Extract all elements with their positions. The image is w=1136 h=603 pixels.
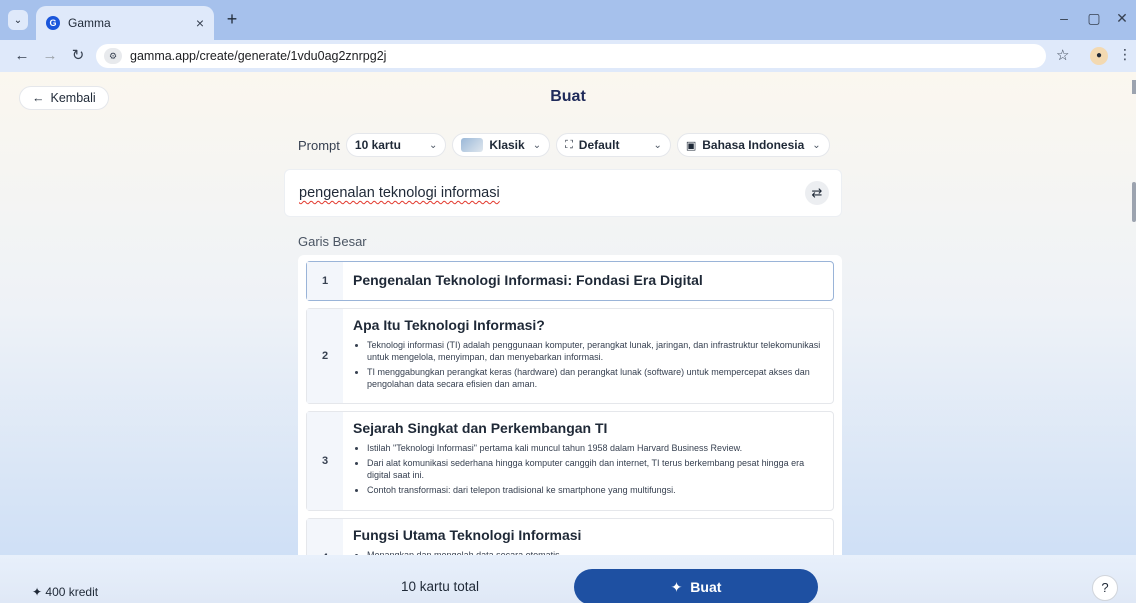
prompt-text: pengenalan teknologi informasi (299, 185, 500, 201)
card-number: 2 (307, 309, 343, 403)
generation-controls: Prompt 10 kartu ⌄ Klasik ⌄ ⛶ Default ⌄ ▣… (298, 133, 836, 157)
address-bar: ← → ↻ ⚙ gamma.app/create/generate/1vdu0a… (0, 40, 1136, 72)
chevron-down-icon: ⌄ (653, 139, 662, 151)
back-arrow-icon[interactable]: ← (12, 46, 32, 66)
create-button-label: Buat (690, 579, 722, 595)
card-total: 10 kartu total (401, 579, 480, 594)
regenerate-icon[interactable]: ⇄ (805, 181, 829, 205)
format-select[interactable]: ⛶ Default ⌄ (556, 133, 671, 157)
sparkle-icon: ✦ (32, 585, 43, 599)
card-count-value: 10 kartu (354, 138, 401, 152)
tab-close-icon[interactable]: × (196, 15, 204, 31)
gamma-create-page: ← Kembali Buat Prompt 10 kartu ⌄ Klasik … (0, 72, 1136, 603)
create-button[interactable]: ✦ Buat (574, 569, 818, 603)
browser-tab-bar: ⌄ G Gamma × + – ▢ ✕ (0, 0, 1136, 40)
browser-menu-icon[interactable]: ⋮ (1118, 46, 1132, 63)
outline-card[interactable]: 2 Apa Itu Teknologi Informasi? Teknologi… (306, 308, 834, 404)
outline-label: Garis Besar (298, 234, 367, 249)
close-window-icon[interactable]: ✕ (1112, 10, 1132, 27)
new-tab-icon[interactable]: + (222, 10, 242, 30)
card-title[interactable]: Sejarah Singkat dan Perkembangan TI (353, 420, 823, 436)
theme-value: Klasik (489, 138, 525, 152)
card-bullet[interactable]: Dari alat komunikasi sederhana hingga ko… (367, 457, 823, 481)
url-text: gamma.app/create/generate/1vdu0ag2znrpg2… (130, 49, 387, 63)
card-bullet[interactable]: Istilah "Teknologi Informasi" pertama ka… (367, 442, 823, 454)
forward-arrow-icon[interactable]: → (40, 46, 60, 66)
language-select[interactable]: ▣ Bahasa Indonesia ⌄ (676, 133, 830, 157)
card-bullet[interactable]: TI menggabungkan perangkat keras (hardwa… (367, 366, 823, 390)
language-value: Bahasa Indonesia (702, 138, 805, 152)
sparkle-icon: ✦ (670, 578, 683, 595)
prompt-input[interactable]: pengenalan teknologi informasi ⇄ (284, 169, 842, 217)
card-number: 1 (307, 262, 343, 300)
minimize-icon[interactable]: – (1054, 10, 1074, 26)
browser-tab[interactable]: G Gamma × (36, 6, 214, 40)
card-number: 3 (307, 412, 343, 510)
tab-search-menu-icon[interactable]: ⌄ (8, 10, 28, 30)
help-button[interactable]: ? (1092, 575, 1118, 601)
credits-indicator[interactable]: ✦ 400 kredit (32, 585, 98, 599)
chevron-down-icon: ⌄ (428, 139, 438, 151)
page-title: Buat (550, 88, 586, 105)
chevron-down-icon: ⌄ (812, 139, 821, 151)
prompt-label: Prompt (298, 137, 340, 153)
site-info-icon[interactable]: ⚙ (104, 48, 122, 64)
card-count-select[interactable]: 10 kartu ⌄ (345, 133, 447, 157)
theme-swatch-icon (461, 138, 484, 152)
outline-card[interactable]: 1 Pengenalan Teknologi Informasi: Fondas… (306, 261, 834, 301)
url-field[interactable]: ⚙ gamma.app/create/generate/1vdu0ag2znrp… (96, 44, 1046, 68)
card-title[interactable]: Fungsi Utama Teknologi Informasi (353, 527, 823, 543)
format-value: Default (578, 138, 620, 152)
outline-card[interactable]: 3 Sejarah Singkat dan Perkembangan TI Is… (306, 411, 834, 511)
footer-bar: ✦ 400 kredit 10 kartu total ✦ Buat ? (0, 555, 1136, 603)
card-bullet[interactable]: Contoh transformasi: dari telepon tradis… (367, 484, 823, 496)
expand-icon: ⛶ (565, 138, 573, 151)
card-title[interactable]: Pengenalan Teknologi Informasi: Fondasi … (353, 272, 823, 288)
profile-avatar-icon[interactable]: ● (1090, 47, 1108, 65)
gamma-favicon-icon: G (46, 16, 60, 30)
tab-title: Gamma (68, 16, 111, 30)
credits-value: 400 kredit (45, 585, 99, 599)
language-icon: ▣ (685, 139, 697, 152)
card-bullet[interactable]: Teknologi informasi (TI) adalah pengguna… (367, 339, 823, 363)
outline-list: 1 Pengenalan Teknologi Informasi: Fondas… (298, 255, 842, 603)
scrollbar-thumb[interactable] (1132, 182, 1136, 222)
chevron-down-icon: ⌄ (532, 139, 542, 151)
theme-select[interactable]: Klasik ⌄ (452, 133, 551, 157)
reload-icon[interactable]: ↻ (68, 46, 88, 66)
restore-icon[interactable]: ▢ (1084, 10, 1104, 27)
bookmark-star-icon[interactable]: ☆ (1056, 46, 1069, 64)
card-title[interactable]: Apa Itu Teknologi Informasi? (353, 317, 823, 333)
